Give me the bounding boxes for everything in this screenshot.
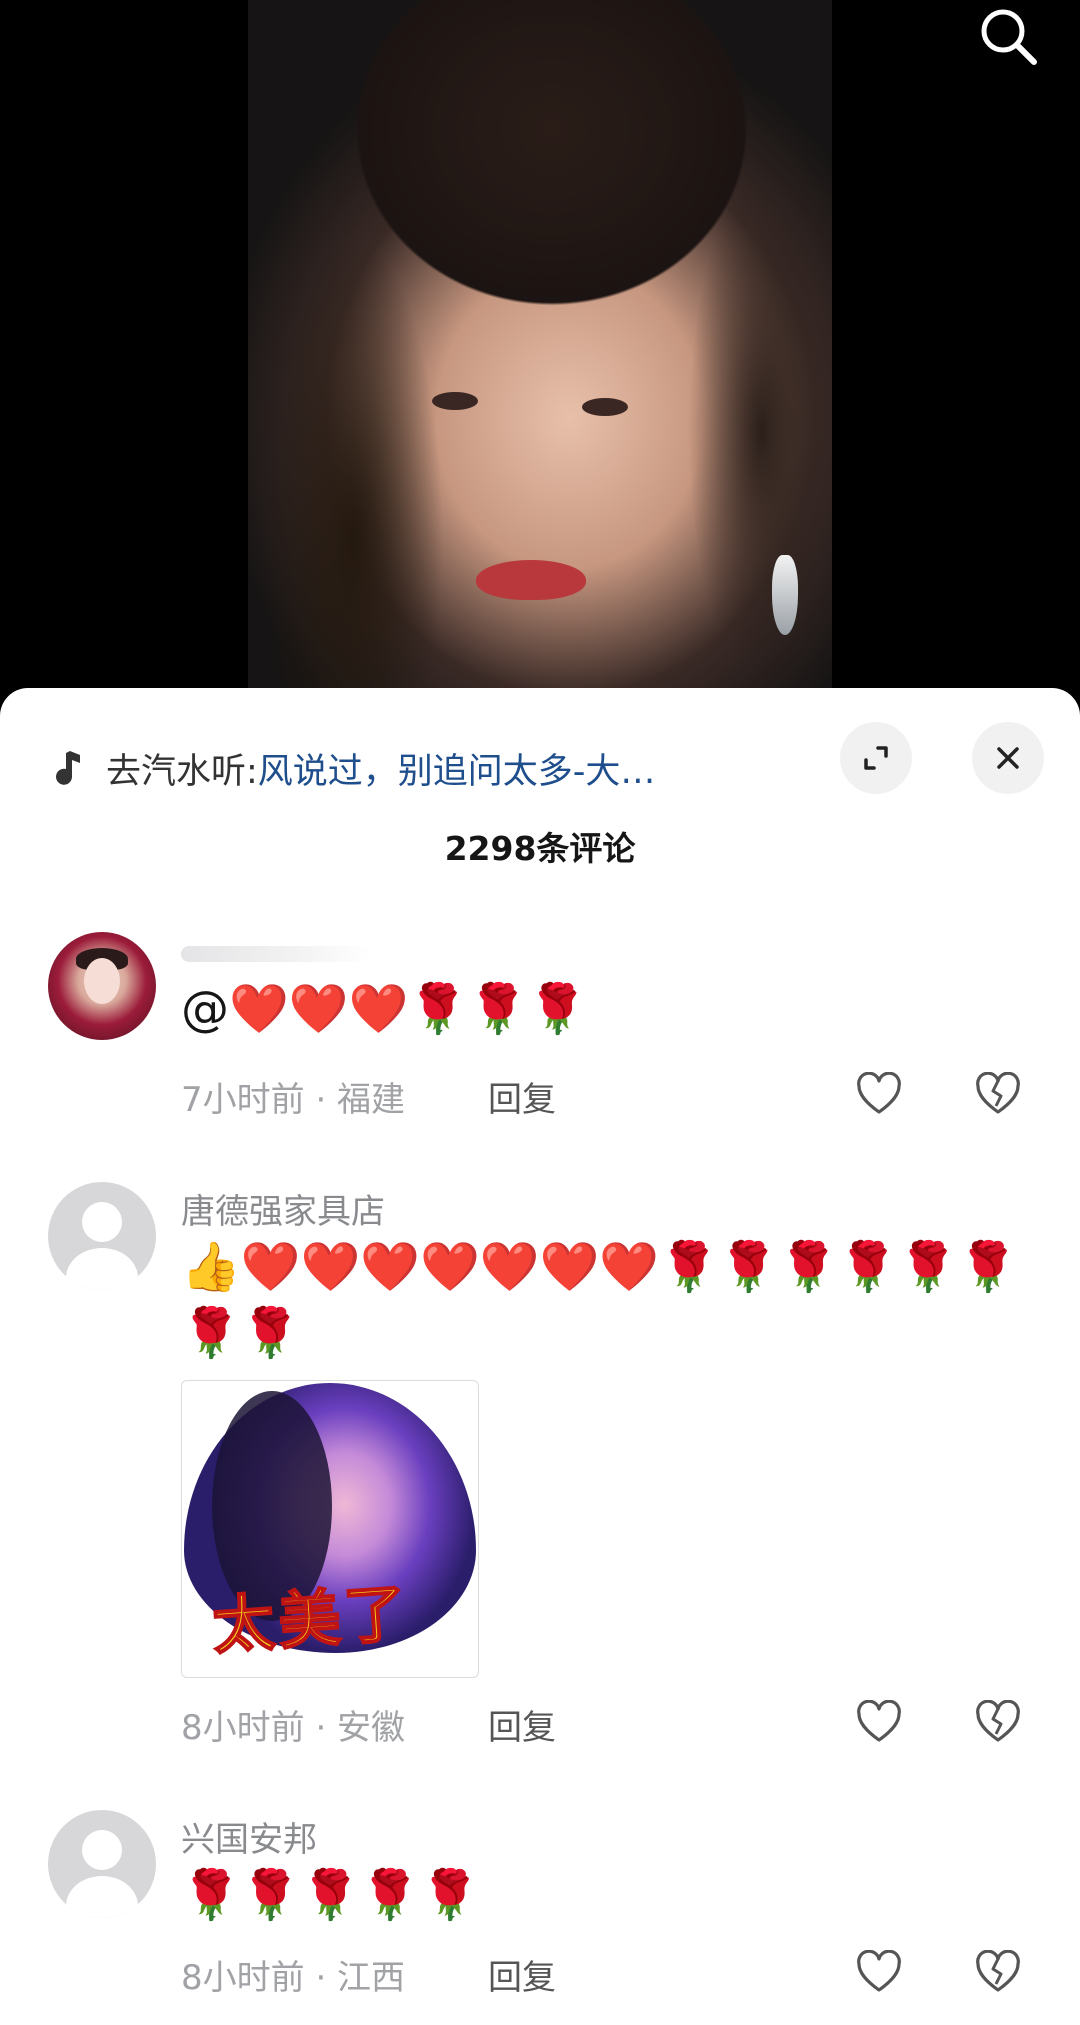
music-note-icon (52, 746, 92, 790)
comment-text: 🌹🌹🌹🌹🌹 (181, 1867, 480, 1923)
video-detail (772, 555, 798, 635)
heart-icon (857, 1950, 901, 1992)
username[interactable]: 兴国安邦 (181, 1812, 317, 1861)
music-title[interactable]: 风说过，别追问太多-大… (258, 743, 656, 794)
broken-heart-icon (976, 1072, 1020, 1114)
comment-sticker[interactable]: 太美了 (181, 1380, 479, 1678)
comment-count: 2298条评论 (444, 829, 636, 868)
close-icon (997, 747, 1019, 769)
heart-icon (857, 1072, 901, 1114)
close-button[interactable] (972, 722, 1044, 794)
username[interactable]: 唐德强家具店 (181, 1184, 385, 1233)
reply-button[interactable]: 回复 (488, 1072, 556, 1121)
search-button[interactable] (972, 0, 1044, 72)
reply-button[interactable]: 回复 (488, 1950, 556, 1999)
heart-icon (857, 1700, 901, 1742)
like-button[interactable] (851, 1694, 907, 1750)
comment-text: @❤️❤️❤️🌹🌹🌹 (181, 981, 588, 1037)
avatar[interactable] (48, 1182, 156, 1290)
broken-heart-icon (976, 1950, 1020, 1992)
comment-meta: 7小时前 · 福建 (181, 1080, 406, 1120)
comment-meta: 8小时前 · 安徽 (181, 1708, 406, 1748)
username-blurred[interactable] (181, 946, 371, 962)
dislike-button[interactable] (970, 1066, 1026, 1122)
avatar[interactable] (48, 1810, 156, 1918)
expand-icon (864, 746, 888, 770)
like-button[interactable] (851, 1066, 907, 1122)
video-detail (432, 392, 478, 410)
music-link[interactable]: 去汽水听: 风说过，别追问太多-大… (52, 728, 872, 808)
video-detail (582, 398, 628, 416)
comment-meta: 8小时前 · 江西 (181, 1958, 406, 1998)
comment-text: 👍❤️❤️❤️❤️❤️❤️❤️🌹🌹🌹🌹🌹🌹🌹🌹 (181, 1239, 1018, 1361)
reply-button[interactable]: 回复 (488, 1700, 556, 1749)
avatar[interactable] (48, 932, 156, 1040)
search-icon (981, 9, 1037, 65)
like-button[interactable] (851, 1944, 907, 2000)
broken-heart-icon (976, 1700, 1020, 1742)
comment-sheet: 去汽水听: 风说过，别追问太多-大… 2298条评论 @❤️❤️❤️🌹🌹🌹 7小… (0, 688, 1080, 2025)
video-subject (248, 0, 832, 720)
dislike-button[interactable] (970, 1944, 1026, 2000)
video-player[interactable] (0, 0, 1080, 720)
dislike-button[interactable] (970, 1694, 1026, 1750)
music-prefix: 去汽水听: (106, 751, 258, 792)
expand-button[interactable] (840, 722, 912, 794)
sticker-text: 太美了 (209, 1575, 414, 1664)
video-detail (476, 560, 586, 600)
